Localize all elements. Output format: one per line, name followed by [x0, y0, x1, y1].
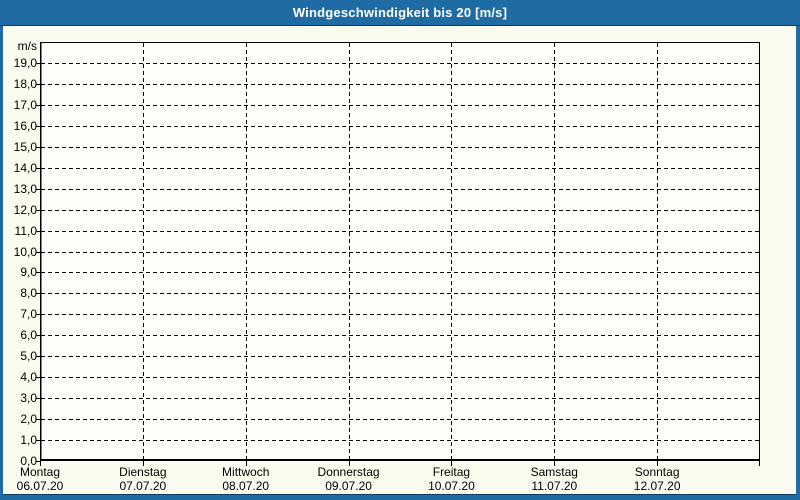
y-tick-label: 18,0 [13, 76, 37, 91]
y-tick-label: 1,0 [20, 433, 37, 448]
day-date: 07.07.20 [119, 479, 167, 493]
day-name: Dienstag [119, 465, 167, 479]
y-tick-label: 9,0 [20, 265, 37, 280]
y-tick-label: 11,0 [14, 223, 37, 238]
y-tick-label: 3,0 [20, 391, 37, 406]
chart-title: Windgeschwindigkeit bis 20 [m/s] [292, 5, 508, 20]
y-tick-label: 16,0 [13, 118, 37, 133]
day-name: Mittwoch [222, 465, 270, 479]
x-axis-day-labels: Montag 06.07.20 Dienstag 07.07.20 Mittwoch 08… [3, 466, 796, 494]
day-name: Donnerstag [317, 465, 380, 479]
title-bar: Windgeschwindigkeit bis 20 [m/s] [0, 0, 800, 26]
x-day-label-sonntag: Sonntag 12.07.20 [605, 466, 709, 493]
plot-area [36, 42, 760, 466]
y-tick-label: 10,0 [13, 244, 37, 259]
y-tick-label: 8,0 [20, 286, 37, 301]
day-name: Samstag [530, 465, 578, 479]
day-name: Sonntag [634, 465, 680, 479]
y-tick-label: 2,0 [20, 412, 37, 427]
day-date: 09.07.20 [325, 479, 372, 493]
y-tick-label: 6,0 [20, 328, 37, 343]
y-tick-label: 19,0 [13, 55, 37, 70]
x-day-label-samstag: Samstag 11.07.20 [502, 466, 606, 493]
y-tick-label: 14,0 [13, 160, 37, 175]
x-day-label-freitag: Freitag 10.07.20 [399, 466, 503, 493]
day-date: 11.07.20 [531, 479, 578, 493]
y-axis-unit-label: m/s [17, 39, 37, 53]
y-axis: m/s 0,0 1,0 2,0 3,0 4,0 5,0 6,0 7,0 8,0 9,0 10,0 11… [3, 26, 37, 494]
day-name: Freitag [432, 465, 471, 479]
day-date: 06.07.20 [16, 479, 64, 493]
y-tick-label: 15,0 [13, 139, 37, 154]
x-day-label-donnerstag: Donnerstag 09.07.20 [297, 466, 401, 493]
chart-content: m/s 0,0 1,0 2,0 3,0 4,0 5,0 6,0 7,0 8,0 9,0 10,0 11… [3, 26, 796, 494]
y-tick-label: 12,0 [13, 202, 37, 217]
day-date: 10.07.20 [428, 479, 475, 493]
wind-speed-chart-window: Windgeschwindigkeit bis 20 [m/s] m/s 0,0… [0, 0, 800, 500]
day-date: 08.07.20 [222, 479, 270, 493]
y-tick-label: 7,0 [20, 307, 37, 322]
y-tick-label: 5,0 [20, 349, 37, 364]
day-name: Montag [19, 465, 61, 479]
x-day-label-dienstag: Dienstag 07.07.20 [91, 466, 195, 493]
x-day-label-montag: Montag 06.07.20 [0, 466, 92, 493]
x-day-label-mittwoch: Mittwoch 08.07.20 [194, 466, 298, 493]
y-tick-label: 13,0 [13, 181, 37, 196]
day-date: 12.07.20 [633, 479, 681, 493]
y-tick-label: 17,0 [13, 97, 37, 112]
y-tick-label: 4,0 [20, 370, 37, 385]
